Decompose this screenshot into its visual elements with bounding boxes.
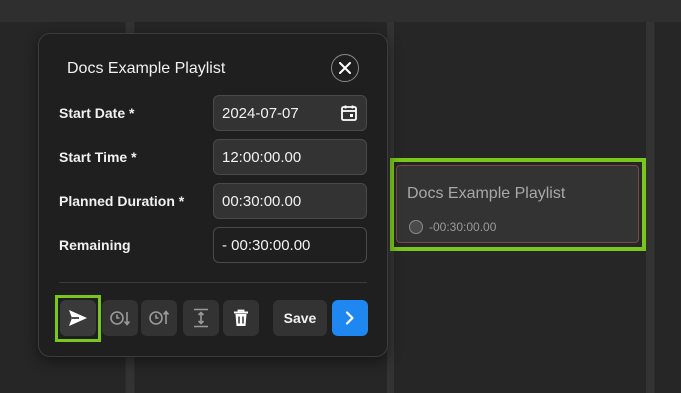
next-button[interactable] xyxy=(332,300,368,336)
playlist-block[interactable]: Docs Example Playlist -00:30:00.00 xyxy=(396,165,639,243)
planned-duration-value: 00:30:00.00 xyxy=(222,192,302,210)
timeline-lane xyxy=(655,22,681,393)
trash-icon xyxy=(234,309,248,326)
close-icon xyxy=(339,62,351,74)
align-start-button[interactable] xyxy=(141,300,177,336)
send-button[interactable] xyxy=(60,300,96,336)
playlist-block-title: Docs Example Playlist xyxy=(407,185,566,202)
clock-arrow-down-icon xyxy=(110,311,131,326)
chevron-right-icon xyxy=(345,311,354,325)
playlist-block-status: -00:30:00.00 xyxy=(409,220,496,234)
planned-duration-input[interactable]: 00:30:00.00 xyxy=(213,183,367,219)
fit-height-icon xyxy=(194,308,208,328)
start-date-value: 2024-07-07 xyxy=(222,104,299,122)
save-button[interactable]: Save xyxy=(273,300,327,336)
align-end-button[interactable] xyxy=(102,300,138,336)
close-button[interactable] xyxy=(331,54,359,82)
status-indicator-icon xyxy=(409,220,423,234)
remaining-label: Remaining xyxy=(59,237,131,253)
top-bar xyxy=(0,0,681,22)
start-date-input[interactable]: 2024-07-07 xyxy=(213,95,367,131)
playlist-block-time: -00:30:00.00 xyxy=(429,220,497,234)
lane-separator xyxy=(646,22,654,393)
playlist-dialog: Docs Example Playlist Start Date * 2024-… xyxy=(38,33,388,357)
dialog-title: Docs Example Playlist xyxy=(67,60,226,77)
remaining-field: - 00:30:00.00 xyxy=(213,227,367,263)
remaining-value: - 00:30:00.00 xyxy=(222,236,311,254)
clock-arrow-up-icon xyxy=(149,310,170,325)
calendar-icon[interactable] xyxy=(340,104,358,122)
start-time-value: 12:00:00.00 xyxy=(222,148,302,166)
divider xyxy=(59,282,367,283)
planned-duration-label: Planned Duration * xyxy=(59,193,185,209)
start-date-label: Start Date * xyxy=(59,105,135,121)
start-time-input[interactable]: 12:00:00.00 xyxy=(213,139,367,175)
delete-button[interactable] xyxy=(223,300,259,336)
fit-height-button[interactable] xyxy=(183,300,219,336)
send-icon xyxy=(69,310,87,326)
start-time-label: Start Time * xyxy=(59,149,137,165)
